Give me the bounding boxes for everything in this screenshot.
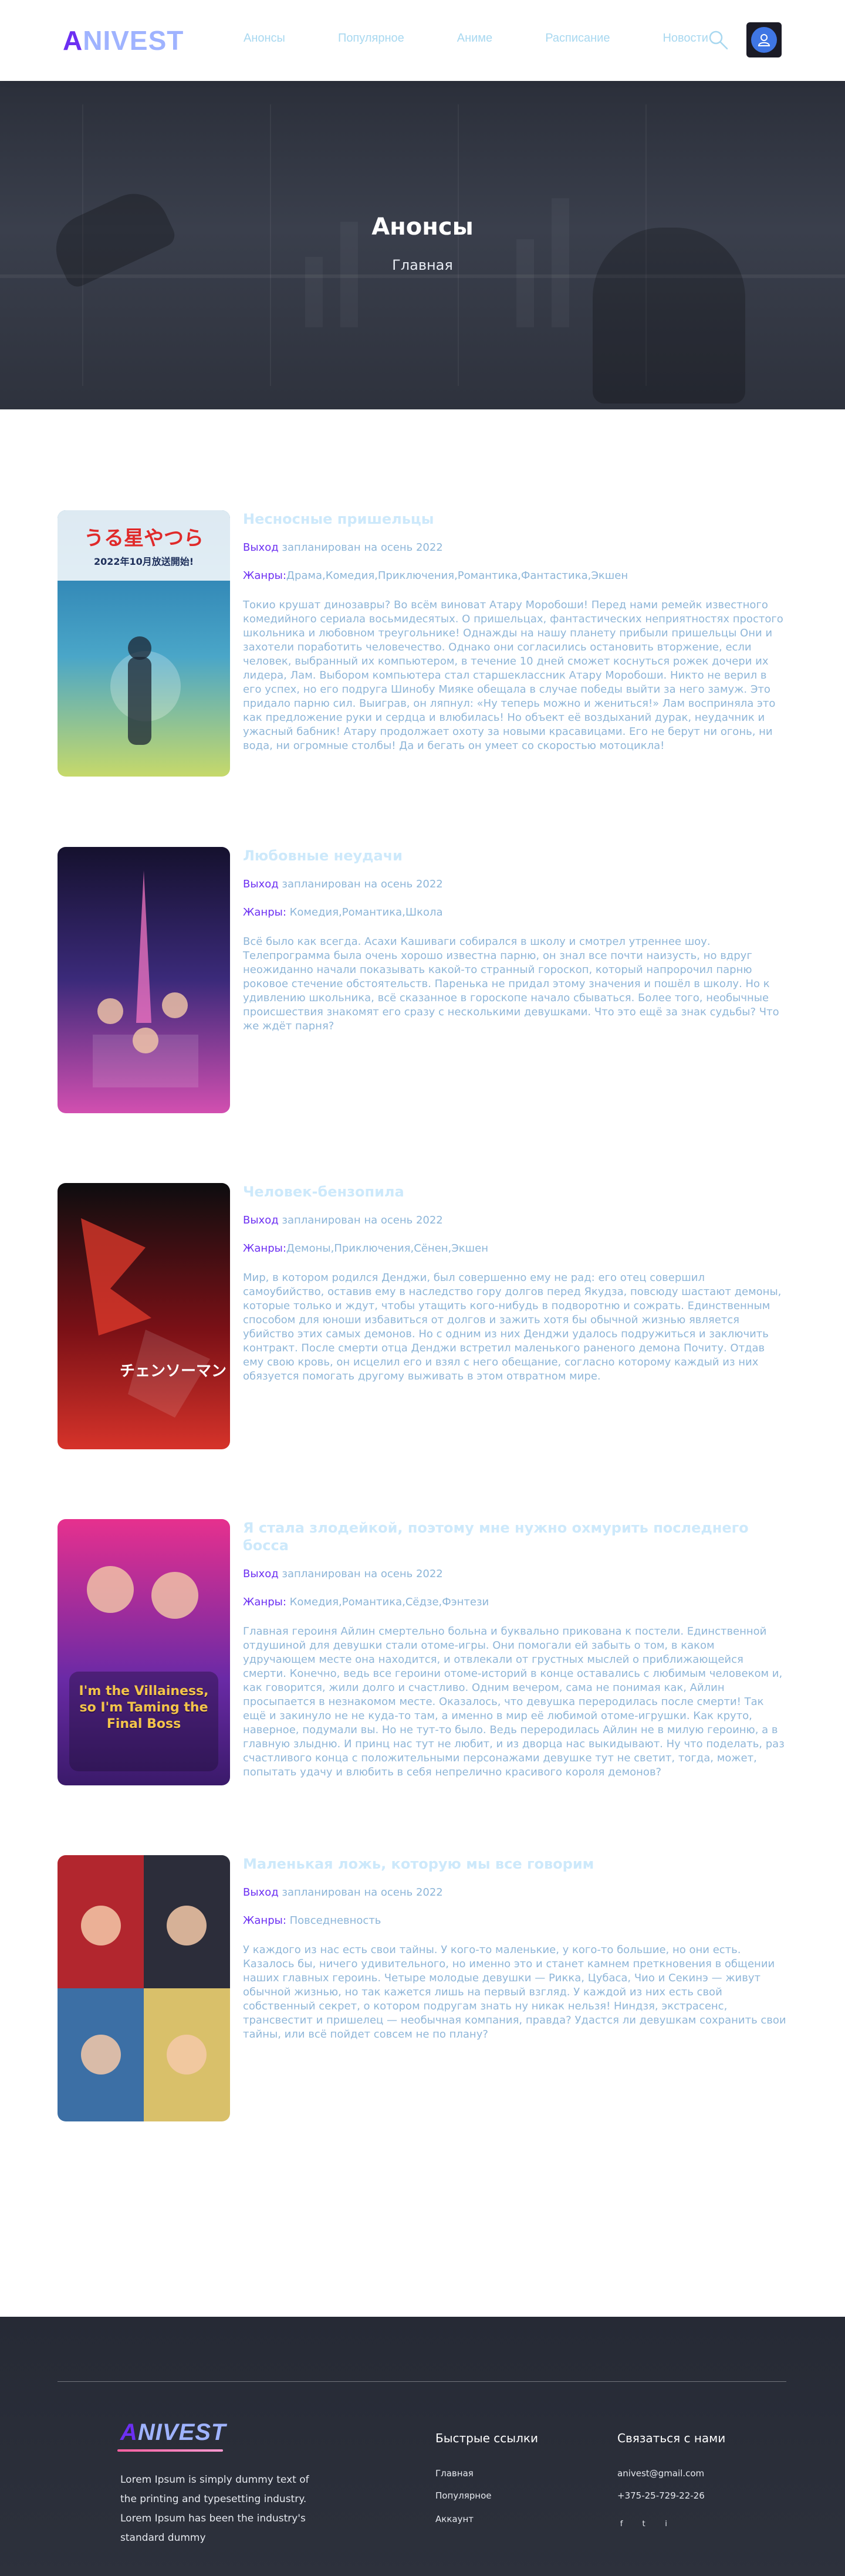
site-header: ANIVEST Анонсы Популярное Аниме Расписан… [0, 0, 845, 81]
city-building [516, 239, 534, 327]
release-label: Выход [243, 878, 279, 890]
footer-logo-underline [117, 2449, 223, 2452]
nav-anime[interactable]: Аниме [457, 32, 492, 45]
main-nav: Анонсы Популярное Аниме Расписание Новос… [244, 32, 761, 45]
contact-phone[interactable]: +375-25-729-22-26 [617, 2490, 705, 2501]
genres-label: Жанры: [243, 1242, 286, 1255]
nav-news[interactable]: Новости [663, 32, 708, 45]
genres-label: Жанры: [243, 1596, 286, 1608]
release-value: запланирован на осень 2022 [282, 1568, 443, 1580]
release-value: запланирован на осень 2022 [282, 1214, 443, 1226]
genres-value: Демоны,Приключения,Сёнен,Экшен [286, 1242, 488, 1255]
anime-poster[interactable]: チェンソーマン [58, 1183, 230, 1449]
release-label: Выход [243, 1886, 279, 1899]
poster-subtitle: 2022年10月放送開始! [93, 556, 194, 567]
genres-value: Повседневность [289, 1914, 381, 1927]
genres-line: Жанры:Драма,Комедия,Приключения,Романтик… [243, 569, 786, 583]
logo-rest: NIVEST [83, 25, 184, 56]
release-line: Выход запланирован на осень 2022 [243, 541, 786, 555]
anime-info: Человек-бензопила Выход запланирован на … [243, 1183, 786, 1384]
footer-logo[interactable]: ANIVEST [120, 2419, 226, 2446]
genres-line: Жанры: Комедия,Романтика,Сёдзе,Фэнтези [243, 1595, 786, 1609]
release-value: запланирован на осень 2022 [282, 541, 443, 554]
hero-banner: Анонсы Главная [0, 81, 845, 409]
facebook-icon[interactable]: f [615, 2517, 628, 2530]
release-line: Выход запланирован на осень 2022 [243, 1886, 786, 1900]
site-logo[interactable]: ANIVEST [63, 25, 184, 56]
release-line: Выход запланирован на осень 2022 [243, 1567, 786, 1581]
footer-link-account[interactable]: Аккаунт [435, 2514, 474, 2524]
anime-info: Я стала злодейкой, поэтому мне нужно охм… [243, 1519, 786, 1780]
genres-value: Комедия,Романтика,Школа [289, 906, 443, 918]
footer-logo-first: A [120, 2419, 138, 2445]
anime-title[interactable]: Я стала злодейкой, поэтому мне нужно охм… [243, 1519, 786, 1554]
account-button[interactable] [746, 22, 782, 57]
logo-first-letter: A [63, 25, 83, 56]
anime-poster[interactable]: I'm the Villainess, so I'm Taming the Fi… [58, 1519, 230, 1785]
anime-poster[interactable] [58, 1855, 230, 2121]
release-value: запланирован на осень 2022 [282, 878, 443, 890]
release-line: Выход запланирован на осень 2022 [243, 877, 786, 892]
anime-poster[interactable] [58, 847, 230, 1113]
release-label: Выход [243, 1214, 279, 1226]
window-frame [458, 104, 459, 386]
anime-info: Маленькая ложь, которую мы все говорим В… [243, 1855, 786, 2042]
contact-title: Связаться с нами [617, 2431, 726, 2445]
nav-schedule[interactable]: Расписание [545, 32, 610, 45]
user-icon [751, 27, 777, 53]
anime-description: Всё было как всегда. Асахи Кашиваги соби… [243, 936, 779, 1032]
page-title: Анонсы [371, 213, 474, 240]
release-line: Выход запланирован на осень 2022 [243, 1214, 786, 1228]
quick-links-title: Быстрые ссылки [435, 2431, 538, 2445]
window-frame [270, 104, 271, 386]
nav-announcements[interactable]: Анонсы [244, 32, 285, 45]
breadcrumb-home[interactable]: Главная [0, 257, 845, 273]
genres-value: Комедия,Романтика,Сёдзе,Фэнтези [289, 1596, 489, 1608]
anime-title[interactable]: Человек-бензопила [243, 1183, 786, 1201]
anime-title[interactable]: Маленькая ложь, которую мы все говорим [243, 1855, 786, 1873]
anime-info: Любовные неудачи Выход запланирован на о… [243, 847, 786, 1033]
anime-title[interactable]: Несносные пришельцы [243, 510, 786, 528]
anime-title[interactable]: Любовные неудачи [243, 847, 786, 865]
anime-description: У каждого из нас есть свои тайны. У кого… [243, 1944, 786, 2041]
site-footer: ANIVEST Lorem Ipsum is simply dummy text… [0, 2317, 845, 2576]
anime-description: Главная героиня Айлин смертельно больна … [243, 1625, 785, 1778]
nav-popular[interactable]: Популярное [338, 32, 404, 45]
footer-link-popular[interactable]: Популярное [435, 2490, 492, 2501]
genres-label: Жанры: [243, 1914, 286, 1927]
footer-divider [58, 2381, 786, 2382]
genres-line: Жанры: Повседневность [243, 1914, 786, 1928]
person-silhouette [593, 228, 745, 404]
poster-title: チェンソーマン [119, 1362, 227, 1380]
poster-title: うる星やつら [84, 527, 204, 550]
genres-value: Драма,Комедия,Приключения,Романтика,Фант… [286, 570, 628, 582]
anime-description: Мир, в котором родился Денджи, был совер… [243, 1272, 782, 1382]
genres-line: Жанры: Комедия,Романтика,Школа [243, 906, 786, 920]
poster-title: I'm the Villainess, so I'm Taming the Fi… [79, 1684, 209, 1731]
instagram-icon[interactable]: i [660, 2517, 672, 2530]
anime-info: Несносные пришельцы Выход запланирован н… [243, 510, 786, 753]
search-icon[interactable] [708, 29, 729, 50]
footer-logo-rest: NIVEST [137, 2419, 227, 2445]
genres-label: Жанры: [243, 570, 286, 582]
release-label: Выход [243, 541, 279, 554]
anime-description: Токио крушат динозавры? Во всём виноват … [243, 599, 783, 752]
contact-email[interactable]: anivest@gmail.com [617, 2468, 704, 2479]
footer-link-home[interactable]: Главная [435, 2468, 474, 2479]
release-value: запланирован на осень 2022 [282, 1886, 443, 1899]
release-label: Выход [243, 1568, 279, 1580]
anime-poster[interactable]: うる星やつら 2022年10月放送開始! [58, 510, 230, 777]
genres-label: Жанры: [243, 906, 286, 918]
twitter-icon[interactable]: t [637, 2517, 650, 2530]
genres-line: Жанры:Демоны,Приключения,Сёнен,Экшен [243, 1242, 786, 1256]
footer-about: Lorem Ipsum is simply dummy text of the … [120, 2474, 309, 2544]
